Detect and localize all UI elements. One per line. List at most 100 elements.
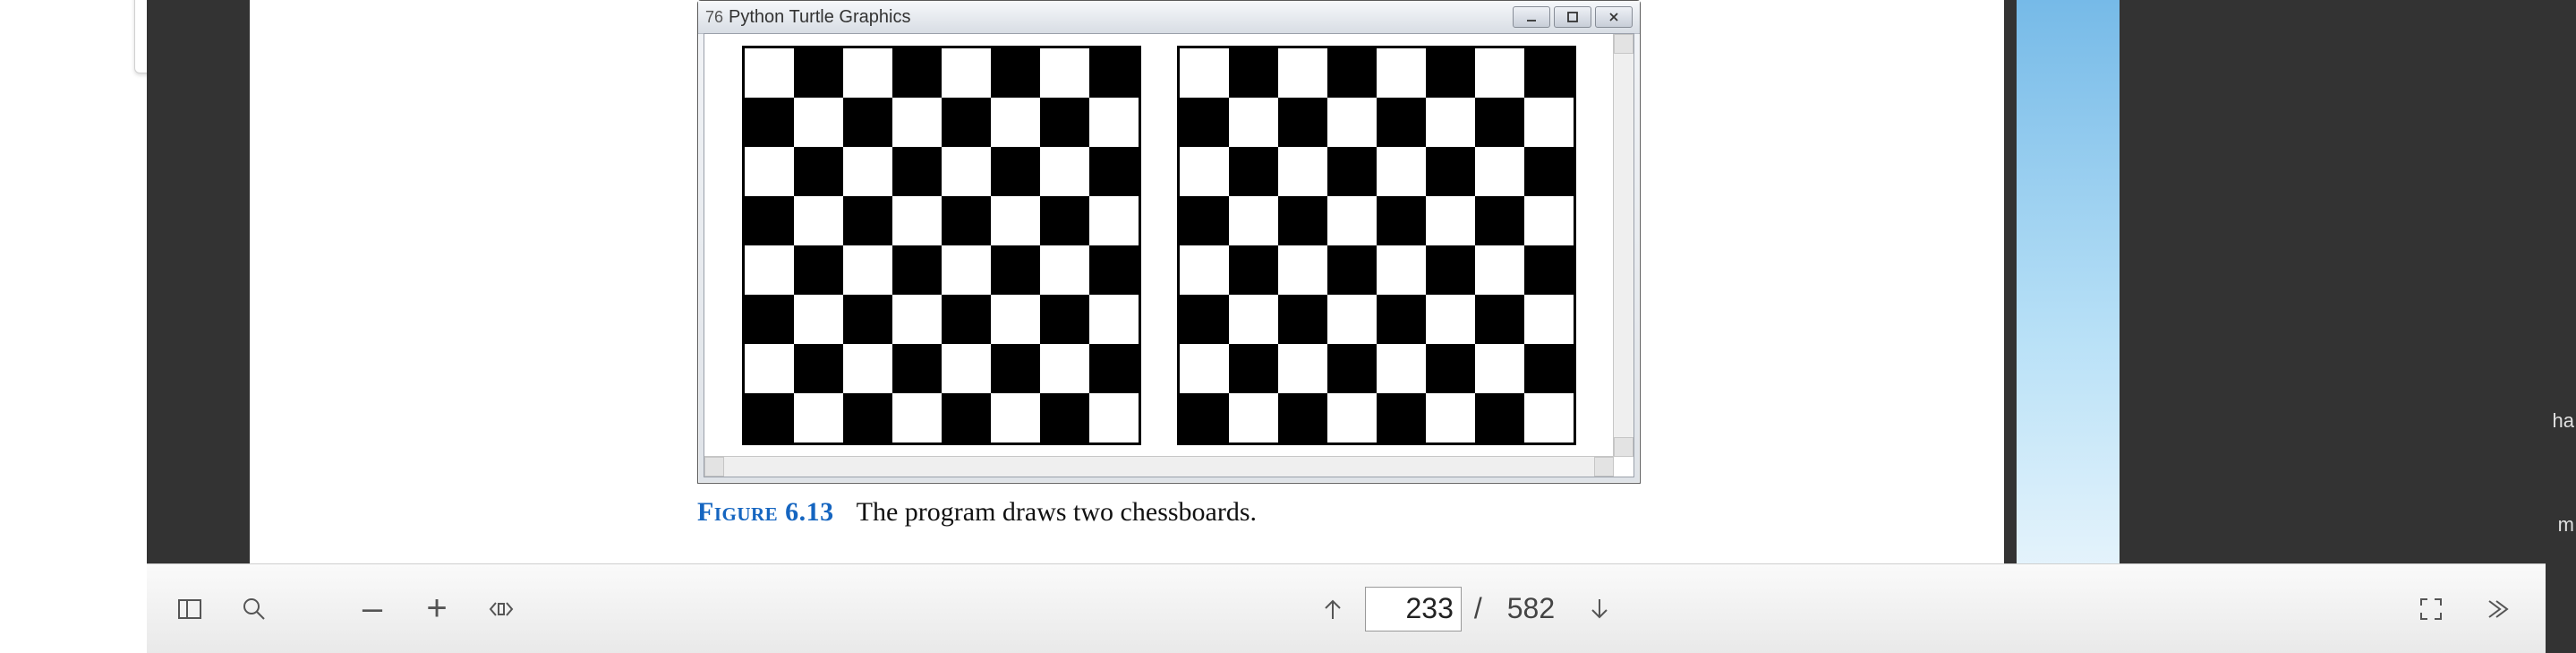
chess-square xyxy=(1229,245,1278,295)
current-page-input[interactable] xyxy=(1365,587,1462,632)
turtle-canvas xyxy=(710,39,1608,451)
prev-page-button[interactable] xyxy=(1306,582,1360,636)
chess-square xyxy=(843,98,892,147)
chess-square xyxy=(892,98,942,147)
fit-width-button[interactable] xyxy=(474,582,528,636)
chess-square xyxy=(1475,295,1524,344)
chess-square xyxy=(991,147,1040,196)
chess-square xyxy=(1040,196,1089,245)
close-button[interactable] xyxy=(1595,6,1633,28)
chess-square xyxy=(1278,295,1327,344)
chess-square xyxy=(1524,245,1574,295)
chess-square xyxy=(1327,295,1377,344)
chess-square xyxy=(1426,196,1475,245)
chess-square xyxy=(1475,245,1524,295)
chess-square xyxy=(1524,196,1574,245)
chess-square xyxy=(794,196,843,245)
chess-square xyxy=(1180,48,1229,98)
chess-square xyxy=(794,48,843,98)
zoom-in-button[interactable]: + xyxy=(410,582,464,636)
horizontal-scrollbar[interactable] xyxy=(704,456,1614,477)
window-titlebar[interactable]: 76 Python Turtle Graphics xyxy=(698,1,1640,34)
chess-square xyxy=(1327,196,1377,245)
chess-square xyxy=(843,48,892,98)
chessboard-2 xyxy=(1177,46,1576,445)
chess-square xyxy=(1180,344,1229,393)
chess-square xyxy=(1475,98,1524,147)
chess-square xyxy=(1524,344,1574,393)
chess-square xyxy=(1278,344,1327,393)
chess-square xyxy=(1377,98,1426,147)
chess-square xyxy=(745,98,794,147)
chess-square xyxy=(892,196,942,245)
chess-square xyxy=(1089,48,1139,98)
chess-square xyxy=(1229,344,1278,393)
chess-square xyxy=(1278,196,1327,245)
chess-square xyxy=(1229,98,1278,147)
chess-square xyxy=(1426,147,1475,196)
chess-square xyxy=(1377,147,1426,196)
chess-square xyxy=(942,344,991,393)
vertical-scrollbar[interactable] xyxy=(1613,34,1633,457)
document-page: 76 Python Turtle Graphics xyxy=(250,0,2004,563)
chess-square xyxy=(1524,48,1574,98)
chess-square xyxy=(1475,147,1524,196)
right-fragment-1: m xyxy=(2546,513,2576,537)
chess-square xyxy=(991,393,1040,442)
chess-square xyxy=(1089,245,1139,295)
fullscreen-button[interactable] xyxy=(2404,582,2458,636)
turtle-graphics-window: 76 Python Turtle Graphics xyxy=(697,0,1641,484)
chess-square xyxy=(1278,393,1327,442)
document-viewport: 76 Python Turtle Graphics xyxy=(147,0,2546,563)
chess-square xyxy=(1040,245,1089,295)
page-gutter-right xyxy=(2120,0,2546,563)
chess-square xyxy=(942,295,991,344)
chess-square xyxy=(1377,48,1426,98)
chess-square xyxy=(892,245,942,295)
page-gap xyxy=(2004,0,2017,563)
chess-square xyxy=(1426,48,1475,98)
chess-square xyxy=(745,245,794,295)
chess-square xyxy=(942,245,991,295)
maximize-button[interactable] xyxy=(1554,6,1591,28)
chess-square xyxy=(991,48,1040,98)
zoom-out-button[interactable]: – xyxy=(345,582,399,636)
chess-square xyxy=(745,344,794,393)
chess-square xyxy=(1327,48,1377,98)
chess-square xyxy=(1377,245,1426,295)
chess-square xyxy=(1278,147,1327,196)
chess-square xyxy=(1278,245,1327,295)
chess-square xyxy=(1327,393,1377,442)
chess-square xyxy=(1040,393,1089,442)
chess-square xyxy=(1089,147,1139,196)
sidebar-toggle-button[interactable] xyxy=(163,582,217,636)
chess-square xyxy=(1278,48,1327,98)
chess-square xyxy=(991,196,1040,245)
chess-square xyxy=(794,344,843,393)
chess-square xyxy=(1089,98,1139,147)
chess-square xyxy=(1524,295,1574,344)
window-tk-prefix: 76 xyxy=(705,8,723,27)
chess-square xyxy=(991,245,1040,295)
window-title: Python Turtle Graphics xyxy=(729,7,910,28)
chess-square xyxy=(942,48,991,98)
chess-square xyxy=(1327,147,1377,196)
chess-square xyxy=(1040,98,1089,147)
chess-square xyxy=(843,295,892,344)
chess-square xyxy=(942,147,991,196)
chess-square xyxy=(1040,48,1089,98)
next-page-button[interactable] xyxy=(1573,582,1626,636)
chess-square xyxy=(1229,48,1278,98)
chess-square xyxy=(843,147,892,196)
chess-square xyxy=(1089,393,1139,442)
chess-square xyxy=(794,98,843,147)
more-tools-button[interactable] xyxy=(2469,582,2522,636)
chess-square xyxy=(1524,147,1574,196)
chess-square xyxy=(1426,393,1475,442)
chess-square xyxy=(1475,393,1524,442)
chess-square xyxy=(1524,393,1574,442)
find-button[interactable] xyxy=(227,582,281,636)
chess-square xyxy=(1089,295,1139,344)
minimize-button[interactable] xyxy=(1513,6,1550,28)
right-fragment-0: ha xyxy=(2546,409,2576,433)
